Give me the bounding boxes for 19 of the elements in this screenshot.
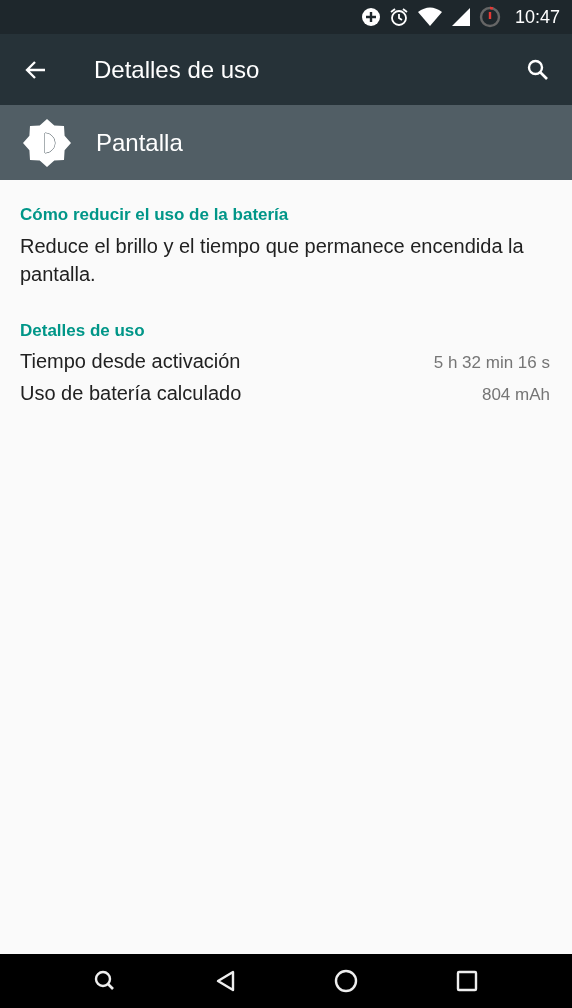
brightness-icon [21,116,73,169]
battery-icon [478,6,501,28]
circle-icon [334,969,359,993]
tip-text: Reduce el brillo y el tiempo que permanece encendida la pantalla. [20,234,525,287]
clock-time: 10:47 [514,6,560,28]
add-circle-icon [360,7,381,27]
screen-title: Detalles de uso [94,55,260,84]
section-heading: Detalles de uso [20,320,145,342]
search-icon [526,57,550,82]
detail-value: 804 mAh [481,385,550,405]
alarm-icon [388,7,409,27]
wifi-icon [416,7,443,27]
square-icon [454,969,479,993]
detail-value: 5 h 32 min 16 s [433,353,550,373]
detail-label: Uso de batería calculado [20,382,242,405]
signal-icon [450,7,471,27]
detail-label: Tiempo desde activación [20,350,241,373]
app-name: Pantalla [96,128,183,157]
section-heading: Cómo reducir el uso de la batería [20,204,289,226]
